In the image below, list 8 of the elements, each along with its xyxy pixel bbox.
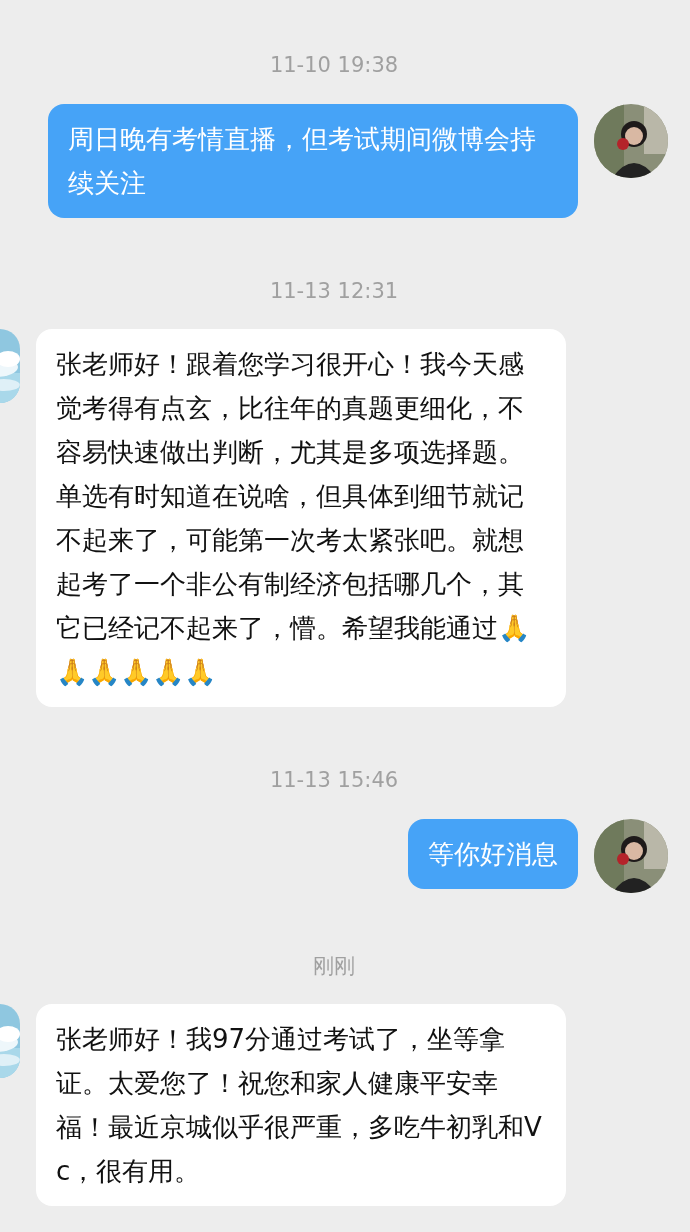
message-bubble: 张老师好！我97分通过考试了，坐等拿证。太爱您了！祝您和家人健康平安幸福！最近京城似乎很严重，多吃牛初乳和Vc，很有用。 — [36, 1004, 566, 1206]
timestamp: 11-13 15:46 — [268, 767, 400, 794]
timestamp: 11-10 19:38 — [268, 52, 400, 79]
message-bubble: 周日晚有考情直播，但考试期间微博会持续关注 — [48, 103, 578, 218]
message-bubble: 等你好消息 — [408, 818, 578, 889]
message-bubble: 张老师好！跟着您学习很开心！我今天感觉考得有点玄，比往年的真题更细化，不容易快速做出判断，尤其是多项选择题。单选有时知道在说啥，但具体到细节就记不起来了，可能第一次考太紧张吧。就想起考了一个非公有制经济包括哪几个，其它已经记不起来了，懵。希望我能通过🙏🙏🙏🙏🙏🙏 — [36, 329, 566, 707]
timestamp: 11-13 12:31 — [268, 277, 400, 305]
timestamp: 刚刚 — [312, 952, 356, 980]
